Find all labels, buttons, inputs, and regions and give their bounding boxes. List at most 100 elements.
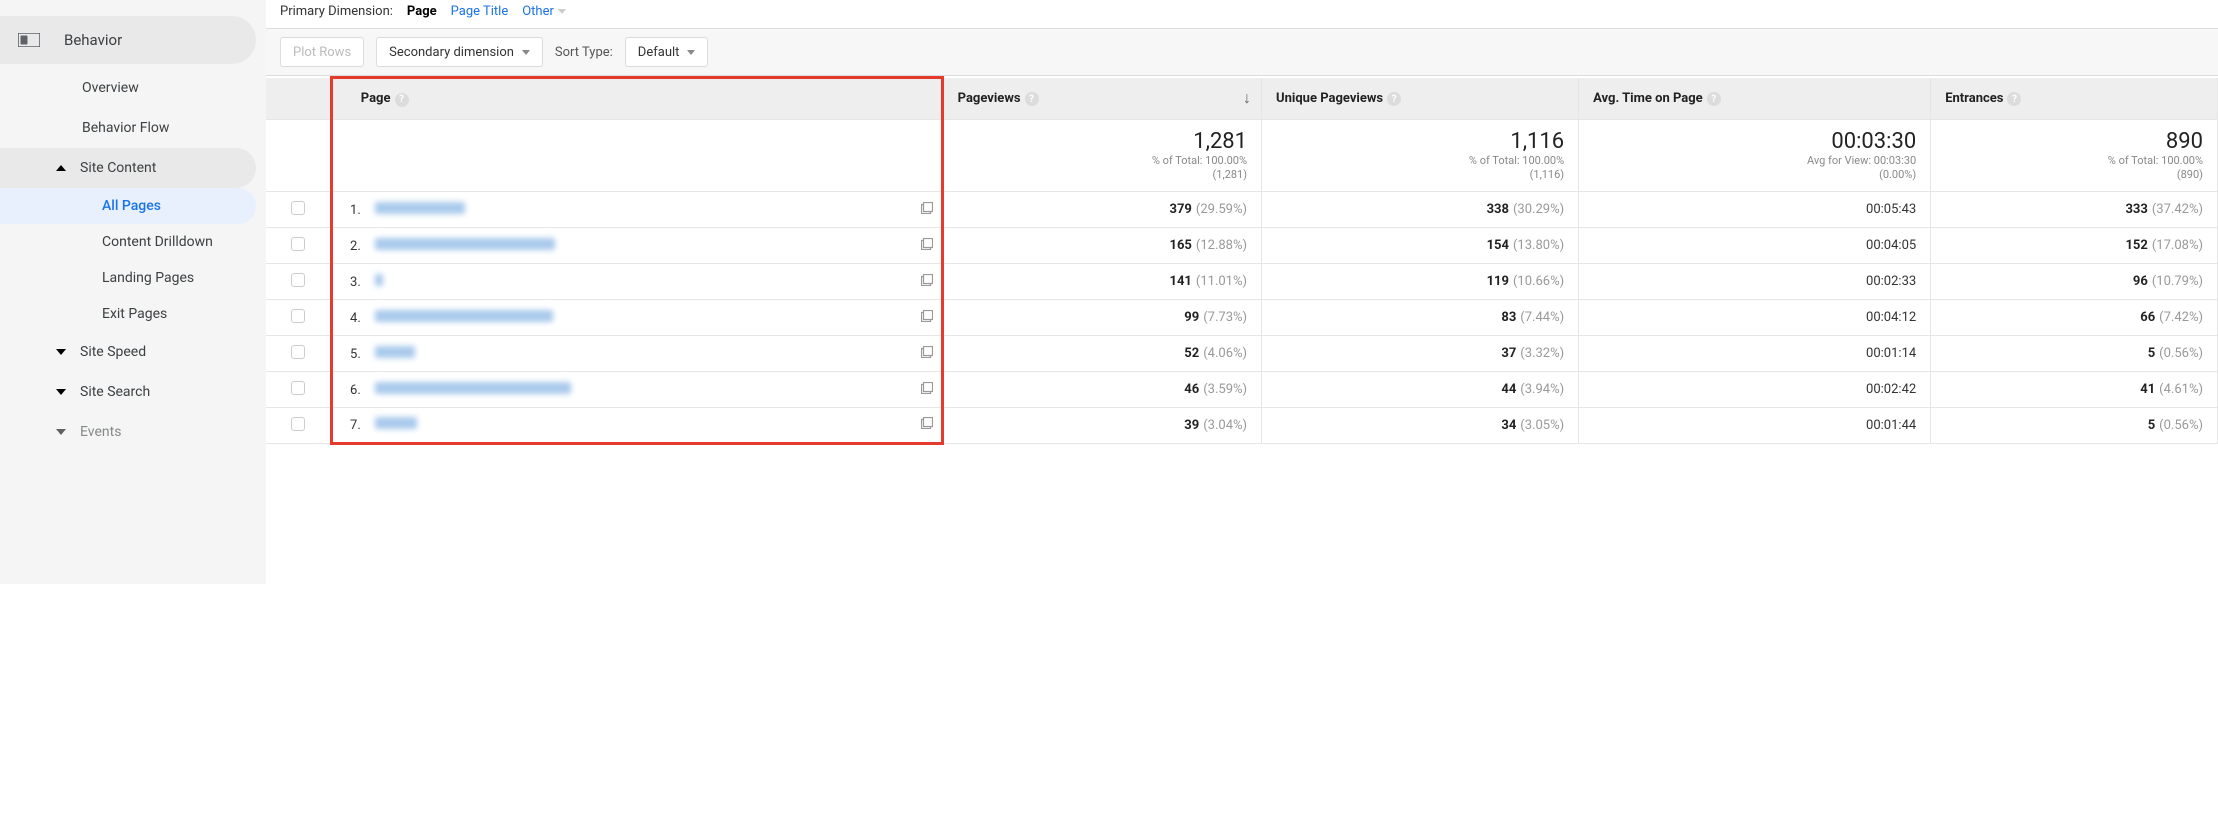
unique-pageviews-cell: 83(7.44%) <box>1262 300 1579 336</box>
page-link[interactable] <box>375 382 571 394</box>
primary-dimension-bar: Primary Dimension: Page Page Title Other <box>266 0 2218 22</box>
nav-behavior-label: Behavior <box>64 31 122 49</box>
avg-time-cell: 00:04:12 <box>1579 300 1931 336</box>
summary-avg-time: 00:03:30 <box>1583 129 1916 154</box>
row-checkbox[interactable] <box>291 345 305 359</box>
sort-type-select[interactable]: Default <box>625 37 709 67</box>
row-rank: 4. <box>343 311 361 326</box>
row-checkbox[interactable] <box>291 237 305 251</box>
chevron-down-icon <box>687 50 695 55</box>
page-cell[interactable]: 1. <box>331 192 942 228</box>
row-checkbox[interactable] <box>291 309 305 323</box>
row-rank: 2. <box>343 239 361 254</box>
data-table: Page? Pageviews? ↓ Unique Pageviews? Avg… <box>266 76 2218 584</box>
pageviews-cell: 99(7.73%) <box>942 300 1261 336</box>
unique-pageviews-cell: 37(3.32%) <box>1262 336 1579 372</box>
page-link[interactable] <box>375 417 417 429</box>
entrances-cell: 333(37.42%) <box>1931 192 2218 228</box>
summary-entrances: 890 <box>1935 129 2203 154</box>
unique-pageviews-cell: 34(3.05%) <box>1262 408 1579 444</box>
page-cell[interactable]: 2. <box>331 228 942 264</box>
avg-time-cell: 00:05:43 <box>1579 192 1931 228</box>
summary-unique-pageviews: 1,116 <box>1266 129 1564 154</box>
avg-time-cell: 00:02:33 <box>1579 264 1931 300</box>
page-cell[interactable]: 5. <box>331 336 942 372</box>
sort-desc-icon: ↓ <box>1243 88 1251 108</box>
primary-dimension-label: Primary Dimension: <box>280 4 393 19</box>
page-cell[interactable]: 6. <box>331 372 942 408</box>
table-row: 7.39(3.04%)34(3.05%)00:01:445(0.56%) <box>266 408 2218 444</box>
pageviews-cell: 141(11.01%) <box>942 264 1261 300</box>
table-row: 1.379(29.59%)338(30.29%)00:05:43333(37.4… <box>266 192 2218 228</box>
page-cell[interactable]: 7. <box>331 408 942 444</box>
summary-row: 1,281 % of Total: 100.00% (1,281) 1,116 … <box>266 120 2218 192</box>
nav-exit-pages[interactable]: Exit Pages <box>0 296 256 332</box>
open-icon[interactable] <box>921 417 933 433</box>
nav-content-drilldown[interactable]: Content Drilldown <box>0 224 256 260</box>
page-cell[interactable]: 4. <box>331 300 942 336</box>
dim-tab-other[interactable]: Other <box>522 4 566 19</box>
open-icon[interactable] <box>921 346 933 362</box>
summary-pageviews: 1,281 <box>948 129 1247 154</box>
table-row: 5.52(4.06%)37(3.32%)00:01:145(0.56%) <box>266 336 2218 372</box>
main-content: Primary Dimension: Page Page Title Other… <box>266 0 2218 584</box>
nav-all-pages[interactable]: All Pages <box>0 188 256 224</box>
help-icon[interactable]: ? <box>2007 92 2021 106</box>
page-link[interactable] <box>375 202 465 214</box>
row-checkbox[interactable] <box>291 417 305 431</box>
col-unique-pageviews[interactable]: Unique Pageviews? <box>1262 78 1579 120</box>
dim-tab-page-title[interactable]: Page Title <box>451 4 509 19</box>
table-controls: Plot Rows Secondary dimension Sort Type:… <box>266 28 2218 76</box>
plot-rows-button[interactable]: Plot Rows <box>280 37 364 67</box>
open-icon[interactable] <box>921 310 933 326</box>
avg-time-cell: 00:01:14 <box>1579 336 1931 372</box>
dim-tab-page[interactable]: Page <box>407 4 437 19</box>
col-pageviews[interactable]: Pageviews? ↓ <box>942 78 1261 120</box>
open-icon[interactable] <box>921 382 933 398</box>
unique-pageviews-cell: 338(30.29%) <box>1262 192 1579 228</box>
row-checkbox[interactable] <box>291 381 305 395</box>
page-link[interactable] <box>375 346 415 358</box>
page-link[interactable] <box>375 238 555 250</box>
entrances-cell: 96(10.79%) <box>1931 264 2218 300</box>
nav-overview[interactable]: Overview <box>0 68 256 108</box>
sort-type-label: Sort Type: <box>555 45 613 60</box>
help-icon[interactable]: ? <box>1387 92 1401 106</box>
open-icon[interactable] <box>921 274 933 290</box>
row-rank: 3. <box>343 275 361 290</box>
open-icon[interactable] <box>921 202 933 218</box>
open-icon[interactable] <box>921 238 933 254</box>
page-cell[interactable]: 3. <box>331 264 942 300</box>
table-row: 3. 141(11.01%)119(10.66%)00:02:3396(10.79… <box>266 264 2218 300</box>
col-entrances[interactable]: Entrances? <box>1931 78 2218 120</box>
col-avg-time[interactable]: Avg. Time on Page? <box>1579 78 1931 120</box>
table-row: 6.46(3.59%)44(3.94%)00:02:4241(4.61%) <box>266 372 2218 408</box>
nav-landing-pages[interactable]: Landing Pages <box>0 260 256 296</box>
chevron-down-icon <box>558 9 566 14</box>
nav-site-search[interactable]: Site Search <box>0 372 256 412</box>
entrances-cell: 5(0.56%) <box>1931 336 2218 372</box>
row-checkbox[interactable] <box>291 201 305 215</box>
page-link[interactable] <box>375 274 383 286</box>
help-icon[interactable]: ? <box>395 93 409 107</box>
col-page[interactable]: Page? <box>331 78 942 120</box>
page-link[interactable] <box>375 310 553 322</box>
help-icon[interactable]: ? <box>1025 92 1039 106</box>
nav-site-speed[interactable]: Site Speed <box>0 332 256 372</box>
nav-site-content[interactable]: Site Content <box>0 148 256 188</box>
pageviews-cell: 46(3.59%) <box>942 372 1261 408</box>
entrances-cell: 152(17.08%) <box>1931 228 2218 264</box>
unique-pageviews-cell: 154(13.80%) <box>1262 228 1579 264</box>
nav-behavior-flow[interactable]: Behavior Flow <box>0 108 256 148</box>
row-checkbox[interactable] <box>291 273 305 287</box>
unique-pageviews-cell: 119(10.66%) <box>1262 264 1579 300</box>
help-icon[interactable]: ? <box>1707 92 1721 106</box>
caret-down-icon <box>56 429 66 435</box>
nav-events[interactable]: Events <box>0 412 256 452</box>
secondary-dimension-select[interactable]: Secondary dimension <box>376 37 543 67</box>
row-rank: 7. <box>343 418 361 433</box>
row-rank: 1. <box>343 203 361 218</box>
caret-down-icon <box>56 349 66 355</box>
avg-time-cell: 00:02:42 <box>1579 372 1931 408</box>
nav-behavior[interactable]: Behavior <box>0 16 256 64</box>
